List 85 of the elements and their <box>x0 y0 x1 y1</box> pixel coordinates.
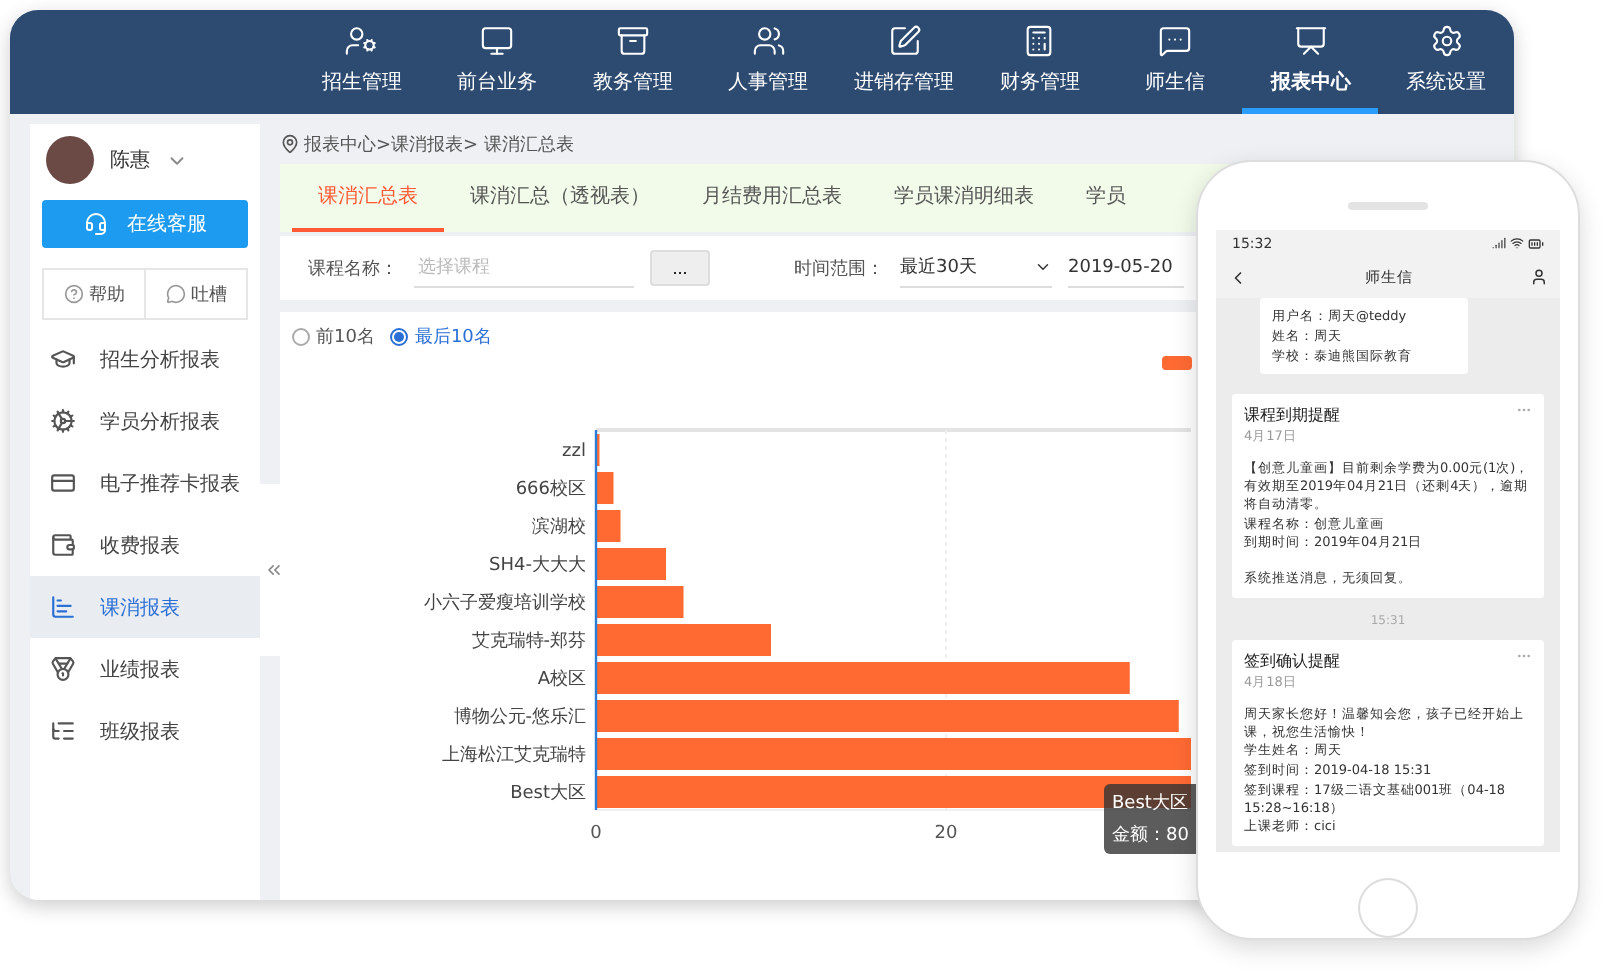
nav-tab[interactable]: 进销存管理 <box>836 10 972 114</box>
tab[interactable]: 学员 <box>1060 164 1152 232</box>
course-label: 课程名称： <box>308 257 398 281</box>
edit-icon <box>887 23 922 57</box>
category-label: Best大区 <box>510 784 586 804</box>
nav-label: 招生管理 <box>321 69 402 95</box>
graduation-cap-icon <box>50 346 76 372</box>
users-icon <box>751 23 786 57</box>
sidebar-item[interactable]: 电子推荐卡报表 <box>30 452 260 514</box>
tooltip-title: Best大区 <box>1112 791 1190 816</box>
tab[interactable]: 课消汇总（透视表） <box>444 164 676 232</box>
nav-tab[interactable]: 报表中心 <box>1242 10 1379 114</box>
battery-icon <box>1528 235 1544 252</box>
time-range-label: 时间范围： <box>794 257 884 281</box>
sidebar-item[interactable]: 学员分析报表 <box>30 390 260 452</box>
breadcrumb: 报表中心>课消报表> 课消汇总表 <box>304 133 574 157</box>
category-label: 666校区 <box>515 480 586 500</box>
chat-icon <box>1158 23 1193 57</box>
category-label: zzl <box>562 442 586 462</box>
category-label: SH4-大大大 <box>489 556 586 576</box>
tab[interactable]: 学员课消明细表 <box>868 164 1060 232</box>
nav-tab[interactable]: 财务管理 <box>971 10 1108 114</box>
nav-tab[interactable]: 人事管理 <box>700 10 837 114</box>
radio-option[interactable]: 最后10名 <box>390 324 492 350</box>
sidebar-item[interactable]: 班级报表 <box>30 700 260 762</box>
user-icon[interactable] <box>1530 268 1548 287</box>
nav-label: 系统设置 <box>1406 69 1487 95</box>
wifi-icon <box>1510 235 1524 250</box>
avatar[interactable] <box>46 136 94 184</box>
sidebar-item[interactable]: 业绩报表 <box>30 638 260 700</box>
signal-icon <box>1492 235 1506 250</box>
archive-icon <box>615 23 650 57</box>
wallet-icon <box>50 532 76 558</box>
axis-tick-label: 20 <box>934 824 958 844</box>
picker-button[interactable]: ... <box>650 250 710 286</box>
bar[interactable] <box>596 510 621 542</box>
card-icon <box>50 470 76 496</box>
list-icon <box>50 718 76 744</box>
sidebar-item[interactable]: 招生分析报表 <box>30 328 260 390</box>
category-label: 博物公元-悠乐汇 <box>453 708 586 728</box>
legend-swatch-icon[interactable] <box>1162 356 1192 370</box>
nav-tab[interactable]: 师生信 <box>1107 10 1243 114</box>
sidebar-item[interactable]: 收费报表 <box>30 514 260 576</box>
medal-icon <box>50 656 76 682</box>
cog-icon <box>50 408 76 434</box>
location-pin-icon <box>280 134 300 154</box>
tab[interactable]: 月结费用汇总表 <box>676 164 868 232</box>
message-title: 签到确认提醒 <box>1244 649 1342 672</box>
caret-icon <box>1034 258 1052 276</box>
settings-icon <box>1429 23 1464 57</box>
bar[interactable] <box>596 776 1191 808</box>
tooltip-value: 金额：80 <box>1112 823 1191 848</box>
date-field[interactable]: 2019-05-20 <box>1068 248 1184 288</box>
sidebar-item[interactable]: 课消报表 <box>30 576 260 638</box>
message-title: 课程到期提醒 <box>1244 404 1342 427</box>
user-cog-icon <box>344 23 379 57</box>
nav-tab[interactable]: 教务管理 <box>565 10 701 114</box>
chart-icon <box>1293 23 1328 57</box>
home-button[interactable] <box>1358 878 1418 938</box>
category-label: 滨湖校 <box>532 518 586 538</box>
time-range-select[interactable]: 最近30天 <box>900 248 1052 288</box>
nav-tab[interactable]: 前台业务 <box>429 10 566 114</box>
help-icon <box>63 284 83 304</box>
nav-label: 报表中心 <box>1270 68 1351 95</box>
chat-bubble-icon <box>165 284 185 304</box>
nav-label: 师生信 <box>1145 69 1206 95</box>
monitor-icon <box>480 23 515 57</box>
radio-option[interactable]: 前10名 <box>292 324 375 350</box>
nav-label: 前台业务 <box>457 69 538 95</box>
category-label: 小六子爱瘦培训学校 <box>424 594 586 614</box>
bar-chart-icon <box>50 594 76 620</box>
category-label: A校区 <box>537 670 586 690</box>
double-chevron-icon <box>264 560 284 580</box>
headset-icon <box>83 212 107 236</box>
nav-label: 教务管理 <box>592 69 673 95</box>
calculator-icon <box>1022 23 1057 57</box>
category-label: 艾克瑞特-郑芬 <box>471 632 586 652</box>
axis-tick-label: 0 <box>590 824 602 844</box>
nav-label: 进销存管理 <box>854 69 955 95</box>
nav-label: 人事管理 <box>728 69 809 95</box>
user-name[interactable]: 陈惠 <box>110 146 150 174</box>
category-label: 上海松江艾克瑞特 <box>442 746 586 766</box>
nav-tab[interactable]: 系统设置 <box>1378 10 1514 114</box>
nav-tab[interactable]: 招生管理 <box>294 10 430 114</box>
nav-label: 财务管理 <box>999 69 1080 95</box>
